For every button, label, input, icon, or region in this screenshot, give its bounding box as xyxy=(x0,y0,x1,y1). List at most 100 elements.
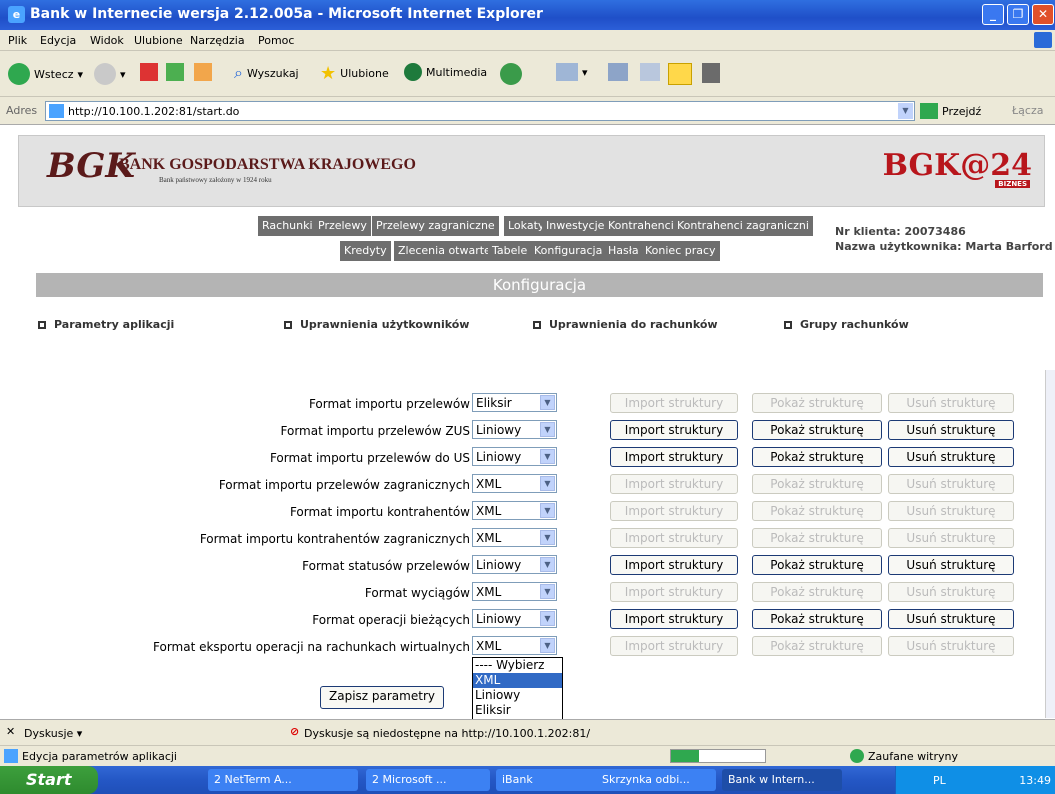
import-structure-button[interactable]: Import struktury xyxy=(610,528,738,548)
remove-structure-button[interactable]: Usuń strukturę xyxy=(888,474,1014,494)
remove-structure-button[interactable]: Usuń strukturę xyxy=(888,528,1014,548)
task-netterm[interactable]: 2 NetTerm A... xyxy=(208,769,358,791)
edit-button[interactable] xyxy=(640,63,660,81)
close-button[interactable]: ✕ xyxy=(1032,4,1054,25)
chevron-down-icon[interactable]: ▼ xyxy=(540,611,555,626)
import-structure-button[interactable]: Import struktury xyxy=(610,474,738,494)
tab-uprawnienia-do-rachunkow[interactable]: Uprawnienia do rachunków xyxy=(533,318,718,331)
format-select[interactable]: XML ▼ xyxy=(472,636,557,655)
close-discussion-icon[interactable]: ✕ xyxy=(6,725,15,738)
research-button[interactable] xyxy=(702,63,720,83)
chevron-down-icon[interactable]: ▼ xyxy=(540,638,555,653)
show-structure-button[interactable]: Pokaż strukturę xyxy=(752,420,882,440)
import-structure-button[interactable]: Import struktury xyxy=(610,420,738,440)
remove-structure-button[interactable]: Usuń strukturę xyxy=(888,393,1014,413)
nav-kontrahenci-zagraniczni[interactable]: Kontrahenci zagraniczni xyxy=(673,216,813,236)
chevron-down-icon[interactable]: ▼ xyxy=(540,530,555,545)
dropdown-option-selected[interactable]: XML xyxy=(473,673,562,688)
remove-structure-button[interactable]: Usuń strukturę xyxy=(888,447,1014,467)
task-mailbox[interactable]: Skrzynka odbi... xyxy=(596,769,716,791)
window-titlebar[interactable]: e Bank w Internecie wersja 2.12.005a - M… xyxy=(0,0,1055,30)
import-structure-button[interactable]: Import struktury xyxy=(610,582,738,602)
import-structure-button[interactable]: Import struktury xyxy=(610,447,738,467)
language-indicator[interactable]: PL xyxy=(933,774,946,787)
nav-przelewy[interactable]: Przelewy xyxy=(314,216,371,236)
nav-hasla[interactable]: Hasła xyxy=(604,241,643,261)
tab-grupy-rachunkow[interactable]: Grupy rachunków xyxy=(784,318,909,331)
remove-structure-button[interactable]: Usuń strukturę xyxy=(888,555,1014,575)
show-structure-button[interactable]: Pokaż strukturę xyxy=(752,474,882,494)
format-select[interactable]: Eliksir ▼ xyxy=(472,393,557,412)
forward-button[interactable]: ▾ xyxy=(94,63,126,85)
address-input[interactable]: http://10.100.1.202:81/start.do ▼ xyxy=(45,101,915,121)
links-label[interactable]: Łącza xyxy=(1012,104,1044,117)
refresh-button[interactable] xyxy=(166,63,184,81)
remove-structure-button[interactable]: Usuń strukturę xyxy=(888,501,1014,521)
discussion-menu[interactable]: Dyskusje ▾ xyxy=(24,727,82,740)
format-dropdown-list[interactable]: ---- Wybierz XML Liniowy Eliksir xyxy=(472,657,563,721)
go-button[interactable]: Przejdź xyxy=(920,103,981,119)
import-structure-button[interactable]: Import struktury xyxy=(610,636,738,656)
task-microsoft[interactable]: 2 Microsoft ... xyxy=(366,769,490,791)
show-structure-button[interactable]: Pokaż strukturę xyxy=(752,555,882,575)
print-button[interactable] xyxy=(608,63,628,81)
back-button[interactable]: Wstecz ▾ xyxy=(8,63,83,85)
chevron-down-icon[interactable]: ▼ xyxy=(540,395,555,410)
remove-structure-button[interactable]: Usuń strukturę xyxy=(888,582,1014,602)
menu-view[interactable]: Widok xyxy=(90,34,124,47)
import-structure-button[interactable]: Import struktury xyxy=(610,501,738,521)
nav-koniec-pracy[interactable]: Koniec pracy xyxy=(641,241,720,261)
nav-tabele[interactable]: Tabele xyxy=(488,241,532,261)
nav-przelewy-zagraniczne[interactable]: Przelewy zagraniczne xyxy=(372,216,499,236)
import-structure-button[interactable]: Import struktury xyxy=(610,393,738,413)
format-select[interactable]: Liniowy ▼ xyxy=(472,447,557,466)
mail-button[interactable]: ▾ xyxy=(556,63,588,81)
tab-uprawnienia-uzytkownikow[interactable]: Uprawnienia użytkowników xyxy=(284,318,469,331)
chevron-down-icon[interactable]: ▼ xyxy=(540,422,555,437)
menu-file[interactable]: Plik xyxy=(8,34,27,47)
menu-favorites[interactable]: Ulubione xyxy=(134,34,183,47)
history-button[interactable] xyxy=(500,63,522,85)
nav-kontrahenci[interactable]: Kontrahenci xyxy=(604,216,678,236)
show-structure-button[interactable]: Pokaż strukturę xyxy=(752,636,882,656)
search-button[interactable]: ⌕ Wyszukaj xyxy=(234,63,299,83)
show-structure-button[interactable]: Pokaż strukturę xyxy=(752,447,882,467)
import-structure-button[interactable]: Import struktury xyxy=(610,555,738,575)
chevron-down-icon[interactable]: ▼ xyxy=(540,449,555,464)
show-structure-button[interactable]: Pokaż strukturę xyxy=(752,582,882,602)
show-structure-button[interactable]: Pokaż strukturę xyxy=(752,393,882,413)
chevron-down-icon[interactable]: ▼ xyxy=(540,557,555,572)
remove-structure-button[interactable]: Usuń strukturę xyxy=(888,420,1014,440)
favorites-button[interactable]: ★ Ulubione xyxy=(320,63,389,84)
format-select[interactable]: XML ▼ xyxy=(472,582,557,601)
nav-kredyty[interactable]: Kredyty xyxy=(340,241,391,261)
menu-help[interactable]: Pomoc xyxy=(258,34,294,47)
media-button[interactable]: Multimedia xyxy=(404,63,487,81)
nav-rachunki[interactable]: Rachunki xyxy=(258,216,317,236)
nav-zlecenia-otwarte[interactable]: Zlecenia otwarte xyxy=(394,241,495,261)
format-select[interactable]: Liniowy ▼ xyxy=(472,555,557,574)
format-select[interactable]: XML ▼ xyxy=(472,474,557,493)
dropdown-option[interactable]: Liniowy xyxy=(473,688,562,703)
show-structure-button[interactable]: Pokaż strukturę xyxy=(752,528,882,548)
tab-parametry-aplikacji[interactable]: Parametry aplikacji xyxy=(38,318,174,331)
nav-konfiguracja[interactable]: Konfiguracja xyxy=(530,241,607,261)
maximize-button[interactable]: ❐ xyxy=(1007,4,1029,25)
stop-button[interactable] xyxy=(140,63,158,81)
minimize-button[interactable]: _ xyxy=(982,4,1004,25)
address-dropdown-icon[interactable]: ▼ xyxy=(898,103,913,119)
start-button[interactable]: Start xyxy=(0,766,98,794)
format-select[interactable]: Liniowy ▼ xyxy=(472,609,557,628)
save-button[interactable]: Zapisz parametry xyxy=(320,686,444,709)
menu-tools[interactable]: Narzędzia xyxy=(190,34,245,47)
format-select[interactable]: Liniowy ▼ xyxy=(472,420,557,439)
dropdown-option[interactable]: ---- Wybierz xyxy=(473,658,562,673)
nav-inwestycje[interactable]: Inwestycje xyxy=(542,216,609,236)
remove-structure-button[interactable]: Usuń strukturę xyxy=(888,636,1014,656)
chevron-down-icon[interactable]: ▼ xyxy=(540,503,555,518)
note-button[interactable] xyxy=(668,63,692,85)
dropdown-option[interactable]: Eliksir xyxy=(473,703,562,718)
task-browser[interactable]: Bank w Intern... xyxy=(722,769,842,791)
remove-structure-button[interactable]: Usuń strukturę xyxy=(888,609,1014,629)
format-select[interactable]: XML ▼ xyxy=(472,528,557,547)
